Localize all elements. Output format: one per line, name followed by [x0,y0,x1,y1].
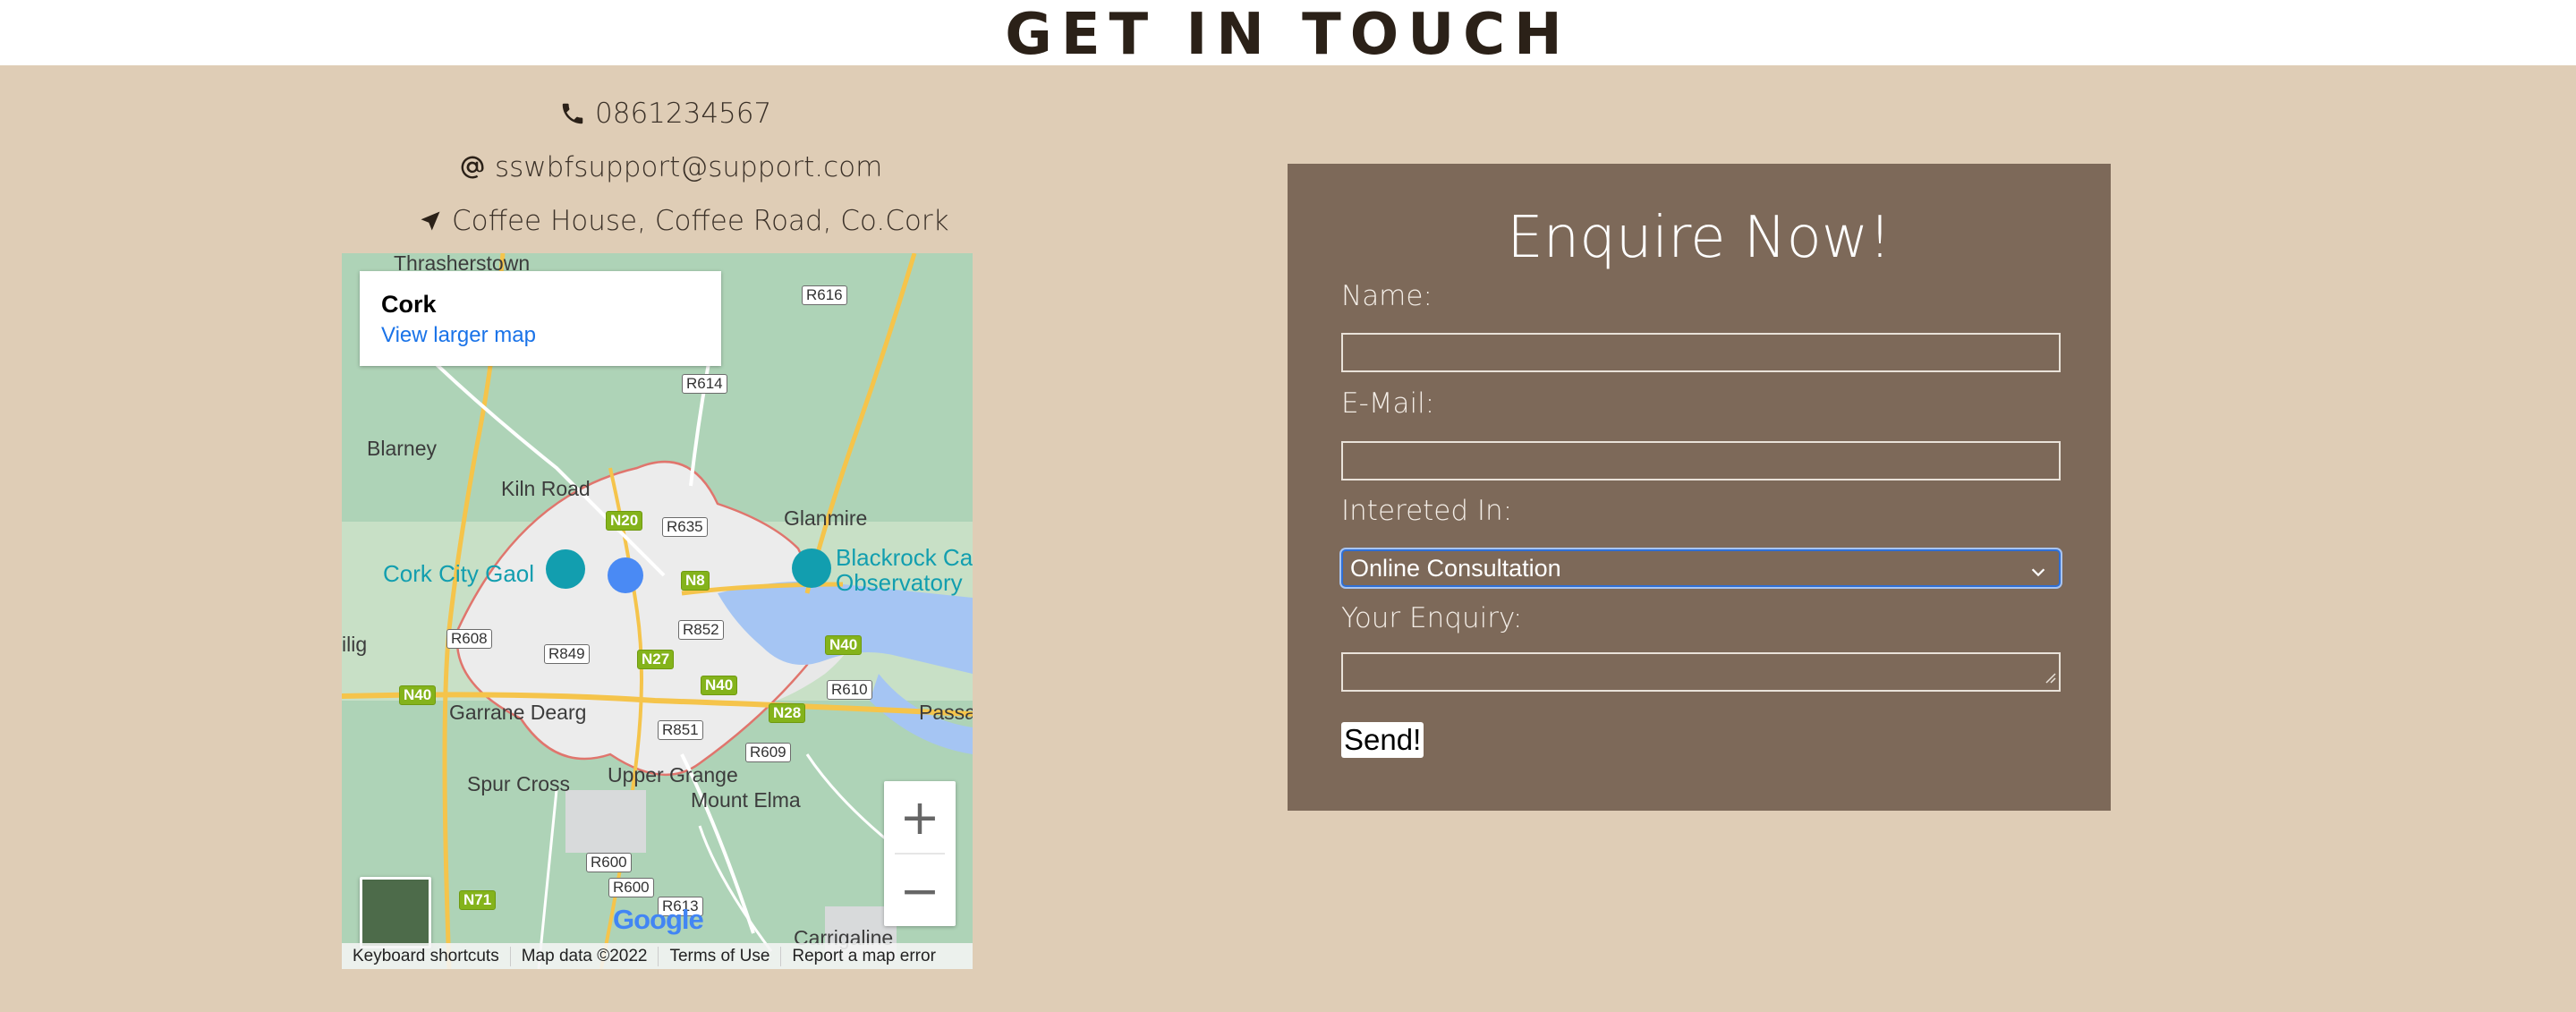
road-shield-r600-a: R600 [586,853,632,872]
google-logo: Google [613,904,704,936]
view-larger-map-link[interactable]: View larger map [381,323,536,348]
email-input[interactable] [1341,441,2061,480]
keyboard-shortcuts-link[interactable]: Keyboard shortcuts [342,946,511,966]
report-map-error-link[interactable]: Report a map error [781,947,947,966]
map-label-ilig: ilig [342,633,368,656]
google-logo-text: Google [613,904,704,935]
interest-select[interactable]: Online Consultation [1341,549,2061,587]
google-map[interactable]: Thrasherstown Blarney Kiln Road Glanmire… [342,253,973,969]
road-shield-r614: R614 [682,374,727,394]
road-shield-r635: R635 [662,517,708,537]
email-label: E-Mail: [1341,387,1435,420]
page-title: GET IN TOUCH [1005,2,1571,68]
name-label: Name: [1341,280,1433,312]
road-shield-n40-east: N40 [825,635,863,655]
zoom-out-button[interactable]: − [884,855,956,926]
email-address: sswbfsupport@support.com [495,151,883,183]
name-input[interactable] [1341,333,2061,372]
road-shield-r849: R849 [544,644,590,664]
map-data-credit: Map data ©2022 [511,946,659,966]
map-label-cork-city-gaol[interactable]: Cork City Gaol [383,560,534,588]
road-shield-r616: R616 [802,285,847,305]
map-label-passa: Passa [919,701,973,724]
road-shield-n71: N71 [459,890,497,910]
road-shield-n8: N8 [681,571,710,591]
road-shield-n28: N28 [769,703,806,723]
map-label-blackrock[interactable]: Blackrock Ca [836,544,973,572]
road-shield-n27: N27 [637,650,675,669]
road-shield-r600-b: R600 [608,878,654,897]
zoom-controls: + − [884,781,956,926]
map-label-observatory[interactable]: Observatory [836,569,963,597]
enquiry-textarea[interactable] [1341,652,2061,692]
send-button[interactable]: Send! [1341,722,1424,758]
road-shield-r609: R609 [745,743,791,762]
terms-of-use-link[interactable]: Terms of Use [659,946,782,966]
zoom-in-button[interactable]: + [884,781,956,853]
enquiry-label: Your Enquiry: [1341,602,1523,634]
map-label-kiln-road: Kiln Road [501,477,591,500]
chevron-down-icon [2028,560,2048,588]
contact-phone: 0861234567 [559,98,771,130]
map-place-title: Cork [381,291,437,318]
street-address: Coffee House, Coffee Road, Co.Cork [452,205,949,237]
phone-number: 0861234567 [595,98,772,130]
map-label-garrane-dearg: Garrane Dearg [449,701,587,724]
road-shield-r852: R852 [678,620,724,640]
map-attribution-bar: Keyboard shortcuts Map data ©2022 Terms … [342,943,973,969]
location-arrow-icon [418,208,443,234]
map-info-card: Cork View larger map [360,271,721,366]
interest-label: Intereted In: [1341,495,1513,527]
contact-email: sswbfsupport@support.com [459,151,882,183]
at-icon [459,154,486,181]
map-label-upper-grange: Upper Grange [608,763,738,787]
phone-icon [559,100,586,127]
interest-selected-value: Online Consultation [1350,554,1561,582]
form-title: Enquire Now! [1507,205,1892,271]
road-shield-n20: N20 [606,511,643,531]
contact-address: Coffee House, Coffee Road, Co.Cork [418,205,949,237]
road-shield-r851: R851 [658,720,703,740]
satellite-layer-toggle[interactable] [360,877,431,948]
map-label-blarney: Blarney [367,437,437,460]
map-label-glanmire: Glanmire [784,506,868,530]
resize-grip-icon[interactable] [2044,670,2056,687]
road-shield-n40-west: N40 [399,685,437,705]
road-shield-r610: R610 [827,680,872,700]
map-label-mount-elma: Mount Elma [691,788,801,812]
map-label-spur-cross: Spur Cross [467,772,571,795]
road-shield-r608: R608 [446,629,492,649]
road-shield-n40-center: N40 [701,676,738,695]
enquiry-form: Enquire Now! Name: E-Mail: Intereted In:… [1288,164,2111,811]
